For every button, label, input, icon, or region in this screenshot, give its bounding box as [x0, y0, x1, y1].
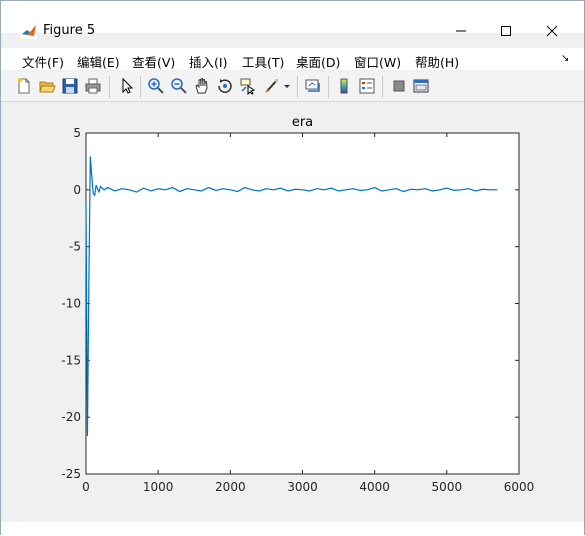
y-tick-label: 0	[73, 183, 81, 197]
maximize-icon	[501, 26, 511, 36]
close-icon	[546, 25, 558, 37]
toolbar-separator	[382, 76, 383, 98]
rotate-3d-icon[interactable]	[216, 77, 234, 95]
menu-help[interactable]: 帮助(H)	[415, 52, 459, 71]
y-tick-label: -15	[61, 353, 81, 367]
brush-icon[interactable]	[262, 77, 280, 95]
new-figure-icon[interactable]	[15, 77, 33, 95]
close-button[interactable]	[529, 15, 575, 47]
hide-plot-tools-icon[interactable]	[390, 77, 408, 95]
zoom-in-icon[interactable]	[147, 77, 165, 95]
x-tick-label: 3000	[287, 480, 318, 494]
figure-window: Figure 5 文件(F) 编辑(E) 查看(V) 插入(I) 工具(T) 桌…	[0, 0, 585, 536]
link-plot-icon[interactable]	[304, 77, 322, 95]
minimize-icon	[456, 30, 466, 32]
save-icon[interactable]	[61, 77, 79, 95]
window-title: Figure 5	[43, 23, 96, 38]
legend-icon[interactable]	[358, 77, 376, 95]
zoom-out-icon[interactable]	[170, 77, 188, 95]
open-file-icon[interactable]	[38, 77, 56, 95]
select-arrow-icon[interactable]	[117, 77, 135, 95]
menu-edit[interactable]: 编辑(E)	[77, 52, 120, 71]
pan-hand-icon[interactable]	[193, 77, 211, 95]
print-icon[interactable]	[84, 77, 102, 95]
menu-file[interactable]: 文件(F)	[22, 52, 64, 71]
menu-bar: 文件(F) 编辑(E) 查看(V) 插入(I) 工具(T) 桌面(D) 窗口(W…	[1, 48, 584, 70]
chart-title: era	[292, 115, 313, 130]
axes-box[interactable]	[85, 132, 520, 475]
menu-overflow-icon[interactable]: ↘	[561, 53, 569, 64]
toolbar-separator	[328, 76, 329, 98]
minimize-button[interactable]	[438, 15, 484, 47]
maximize-button[interactable]	[483, 15, 529, 47]
y-tick-label: -20	[61, 410, 81, 424]
x-tick-label: 5000	[432, 480, 463, 494]
y-tick-label: -25	[61, 467, 81, 481]
x-tick-label: 2000	[215, 480, 246, 494]
menu-insert[interactable]: 插入(I)	[189, 52, 227, 71]
x-tick-label: 0	[82, 480, 90, 494]
matlab-icon	[21, 23, 37, 39]
y-tick-label: -10	[61, 297, 81, 311]
menu-tools[interactable]: 工具(T)	[242, 52, 284, 71]
plot-svg: era 0 1000 2000 3000 4000 5000 6000 5 0 -5 -10 -15 -…	[61, 115, 535, 494]
menu-view[interactable]: 查看(V)	[132, 52, 175, 71]
y-tick-label: 5	[73, 126, 81, 140]
x-tick-label: 1000	[143, 480, 174, 494]
figure-toolbar	[1, 71, 584, 102]
figure-canvas: era 0 1000 2000 3000 4000 5000 6000 5 0 -5 -10 -15 -…	[1, 102, 584, 522]
toolbar-separator	[140, 76, 141, 98]
window-bottom-edge	[1, 522, 584, 536]
toolbar-separator	[109, 76, 110, 98]
menu-window[interactable]: 窗口(W)	[354, 52, 401, 71]
toolbar-separator	[297, 76, 298, 98]
y-tick-label: -5	[69, 240, 81, 254]
x-tick-label: 4000	[359, 480, 390, 494]
brush-dropdown-icon[interactable]	[282, 77, 292, 95]
colorbar-icon[interactable]	[335, 77, 353, 95]
menu-desktop[interactable]: 桌面(D)	[296, 52, 340, 71]
x-tick-label: 6000	[504, 480, 535, 494]
title-bar: Figure 5	[1, 1, 584, 39]
data-cursor-icon[interactable]	[239, 77, 257, 95]
show-plot-tools-icon[interactable]	[412, 77, 430, 95]
